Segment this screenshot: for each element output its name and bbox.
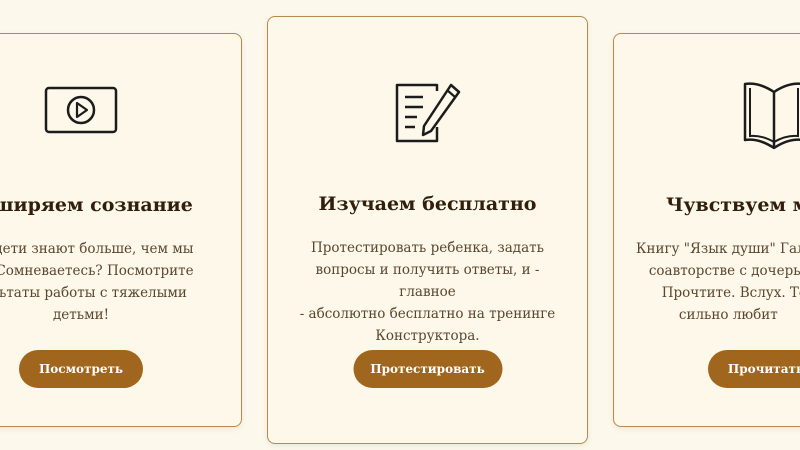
open-book-icon <box>743 82 800 150</box>
feature-card-expand-consciousness: асширяем сознание ши дети знают больше, … <box>0 33 242 427</box>
video-play-icon <box>44 86 118 134</box>
read-button[interactable]: Прочитать <box>708 350 800 388</box>
card-description: ши дети знают больше, чем мы ем. Сомнева… <box>0 241 194 323</box>
card-title: асширяем сознание <box>0 194 193 216</box>
card-title: Чувствуем му <box>666 194 800 216</box>
card-title: Изучаем бесплатно <box>318 193 537 215</box>
test-button[interactable]: Протестировать <box>353 350 502 388</box>
features-section: асширяем сознание ши дети знают больше, … <box>0 0 800 450</box>
watch-button[interactable]: Посмотреть <box>19 350 143 388</box>
feature-card-feel: Чувствуем му Книгу "Язык души" Гали соав… <box>613 33 800 427</box>
document-pen-icon <box>395 83 460 143</box>
card-description: Книгу "Язык души" Гали соавторстве с доч… <box>636 241 800 323</box>
feature-card-learn-free: Изучаем бесплатно Протестировать ребенка… <box>267 16 588 444</box>
card-description: Протестировать ребенка, задать вопросы и… <box>299 240 556 344</box>
